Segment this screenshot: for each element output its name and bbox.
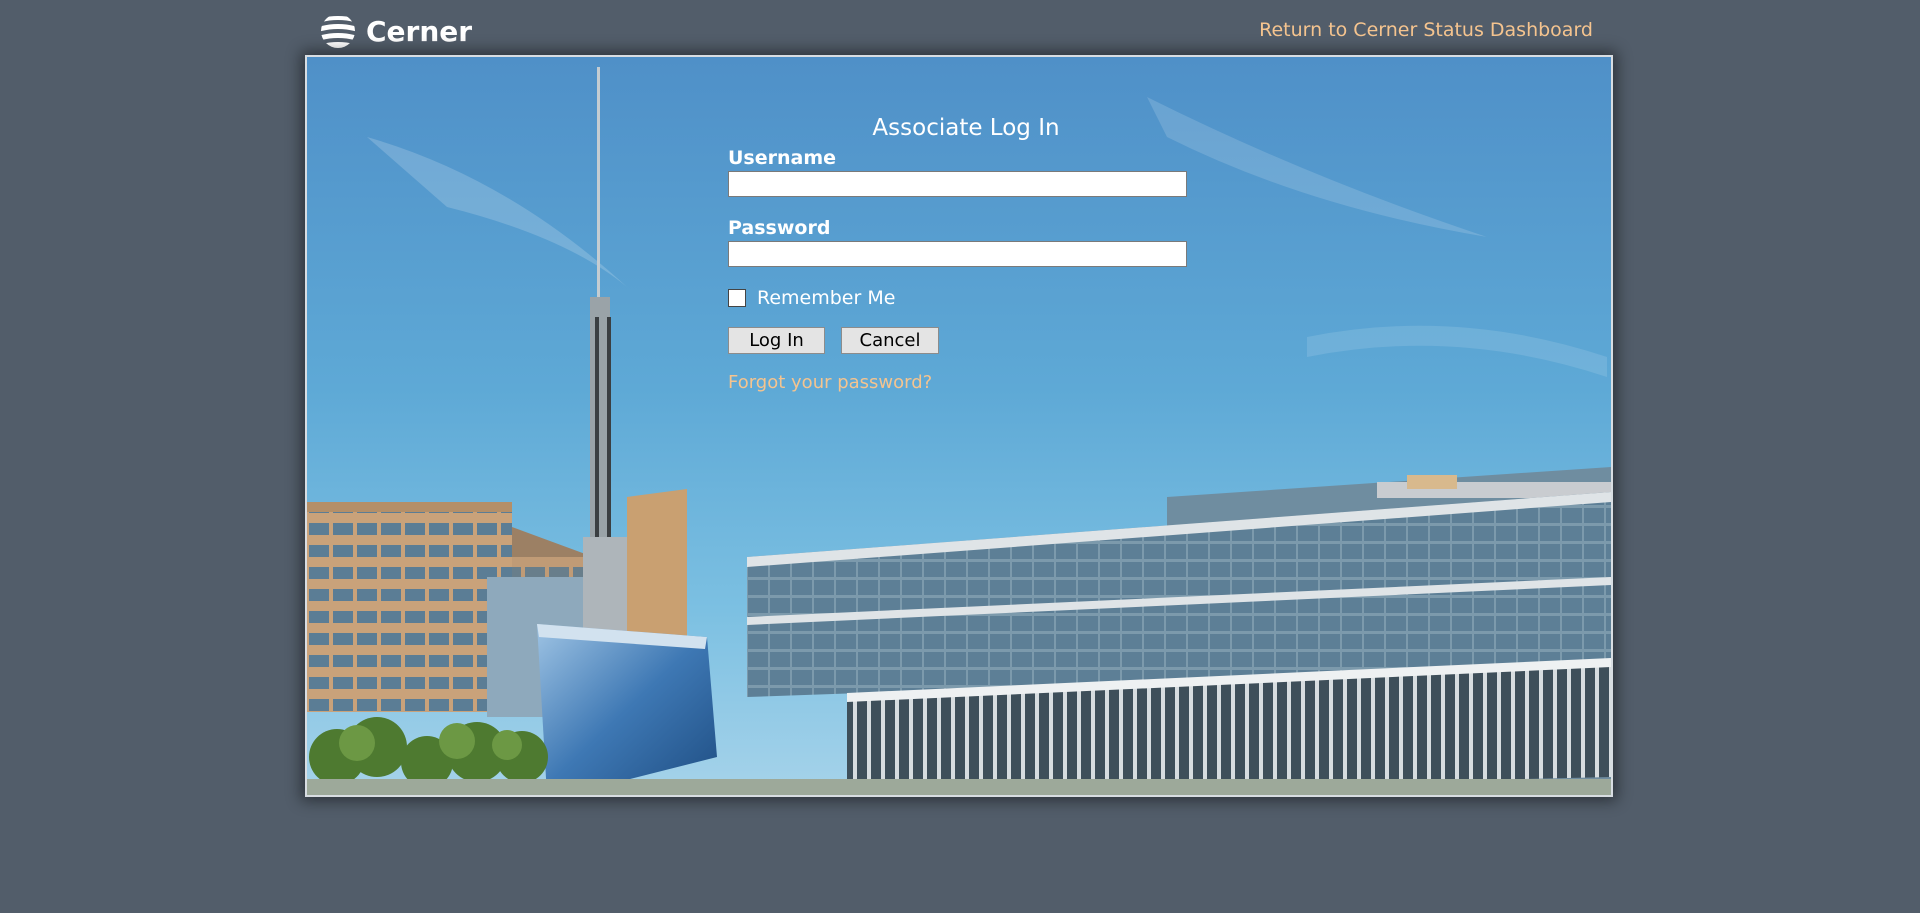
remember-me-label: Remember Me [757,287,896,309]
logo-text: Cerner [366,14,473,48]
login-title: Associate Log In [872,115,1060,141]
cancel-button[interactable]: Cancel [841,327,939,354]
password-label: Password [728,217,831,239]
login-button[interactable]: Log In [728,327,825,354]
remember-me-row: Remember Me [728,287,1198,309]
remember-me-checkbox[interactable] [728,289,746,307]
cerner-logo-icon [321,16,355,48]
return-to-dashboard-link[interactable]: Return to Cerner Status Dashboard [1259,19,1593,41]
login-panel: Associate Log In Username Password Remem… [305,55,1613,797]
page: Cerner Return to Cerner Status Dashboard [0,0,1920,913]
cerner-logo: Cerner [318,12,472,50]
forgot-password-link[interactable]: Forgot your password? [728,372,932,393]
button-row: Log In Cancel [728,327,1198,354]
username-label: Username [728,147,837,169]
username-field[interactable] [728,171,1187,197]
login-form: Associate Log In Username Password Remem… [728,115,1198,393]
password-field[interactable] [728,241,1187,267]
